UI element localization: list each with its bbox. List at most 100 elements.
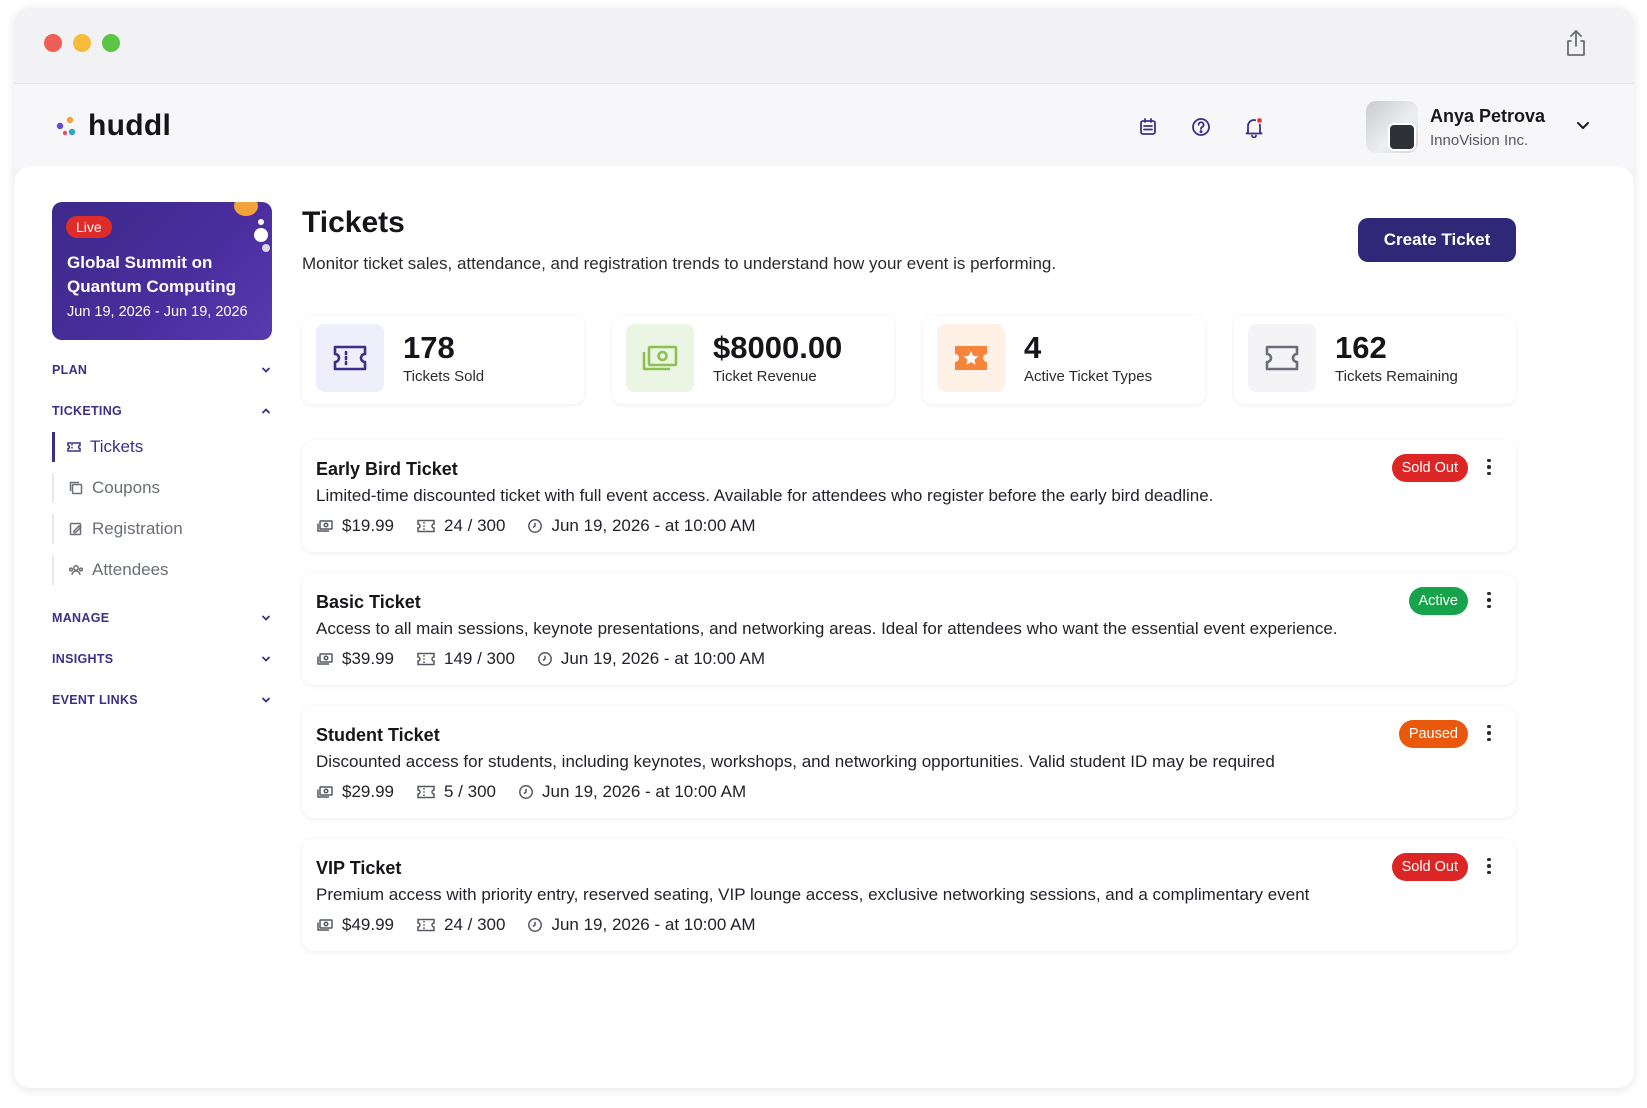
clock-icon <box>528 918 543 932</box>
nav-section-label: MANAGE <box>52 611 110 625</box>
stat-card-active-ticket-types: 4 Active Ticket Types <box>923 316 1205 404</box>
chevron-down-icon <box>262 615 270 621</box>
ticket-name: Student Ticket <box>316 725 440 745</box>
create-ticket-button[interactable]: Create Ticket <box>1358 218 1516 262</box>
ticket-sold-count: 149 / 300 <box>444 649 515 668</box>
huddl-logo-icon <box>54 113 80 139</box>
chevron-down-icon <box>262 697 270 703</box>
more-options-icon[interactable] <box>1482 456 1496 478</box>
ticket-price: $19.99 <box>342 516 394 535</box>
app-logo[interactable]: huddl <box>54 109 171 143</box>
sidebar-item-label: Registration <box>92 519 183 538</box>
ticket-meta: $39.99 149 / 300 Jun 19, 2026 - at 10:00… <box>316 649 787 669</box>
main-content: Live Global Summit on Quantum Computing … <box>14 166 1634 1088</box>
event-date: Jun 19, 2026 - Jun 19, 2026 <box>67 304 248 320</box>
sidebar-item-tickets[interactable]: Tickets <box>52 432 272 462</box>
user-menu[interactable]: Anya Petrova InnoVision Inc. <box>1366 101 1591 153</box>
status-badge: Sold Out <box>1391 853 1468 881</box>
sidebar-item-attendees[interactable]: Attendees <box>52 555 272 585</box>
browser-window: huddl Anya Petrova InnoVision Inc. Live … <box>14 8 1634 1088</box>
chevron-up-icon <box>262 408 270 414</box>
user-name: Anya Petrova <box>1430 105 1546 126</box>
title-bar <box>14 8 1634 84</box>
page-subtitle: Monitor ticket sales, attendance, and re… <box>302 254 1057 273</box>
stat-value: $8000.00 <box>713 330 843 365</box>
stat-label: Ticket Revenue <box>713 368 817 385</box>
chevron-down-icon <box>262 367 270 373</box>
more-options-icon[interactable] <box>1482 855 1496 877</box>
ticket-outline-icon <box>1248 324 1316 392</box>
help-icon[interactable] <box>1185 111 1217 143</box>
calendar-icon[interactable] <box>1132 111 1164 143</box>
bell-icon[interactable] <box>1238 111 1270 143</box>
ticket-date: Jun 19, 2026 - at 10:00 AM <box>551 915 756 934</box>
status-badge: Sold Out <box>1391 454 1468 482</box>
ticket-name: Early Bird Ticket <box>316 459 458 479</box>
status-badge: Paused <box>1398 720 1468 748</box>
cash-icon <box>317 653 333 665</box>
cash-icon <box>317 786 333 798</box>
ticket-icon <box>417 652 435 666</box>
minimize-window-button[interactable] <box>73 34 91 52</box>
ticket-price: $39.99 <box>342 649 394 668</box>
decorative-shape <box>258 219 264 225</box>
ticket-date: Jun 19, 2026 - at 10:00 AM <box>560 649 766 668</box>
nav-section-insights[interactable]: INSIGHTS <box>52 652 272 666</box>
ticket-icon <box>417 519 435 533</box>
chevron-down-icon <box>262 656 270 662</box>
edit-form-icon <box>69 522 82 536</box>
close-window-button[interactable] <box>44 34 62 52</box>
ticket-meta: $19.99 24 / 300 Jun 19, 2026 - at 10:00 … <box>316 516 778 536</box>
decorative-shape <box>262 244 270 252</box>
clock-icon <box>537 652 552 666</box>
stat-card-tickets-remaining: 162 Tickets Remaining <box>1234 316 1516 404</box>
ticket-card-basic[interactable]: Basic Ticket Active Access to all main s… <box>302 573 1516 685</box>
nav-section-manage[interactable]: MANAGE <box>52 611 272 625</box>
decorative-shape <box>234 202 258 216</box>
maximize-window-button[interactable] <box>102 34 120 52</box>
ticket-icon <box>67 442 81 452</box>
cash-icon <box>626 324 694 392</box>
stat-label: Tickets Remaining <box>1335 368 1458 385</box>
nav-section-event-links[interactable]: EVENT LINKS <box>52 693 272 707</box>
users-icon <box>68 565 84 576</box>
share-icon[interactable] <box>1562 28 1590 58</box>
user-photo <box>1388 123 1416 151</box>
ticket-description: Discounted access for students, includin… <box>316 752 1275 771</box>
ticket-description: Access to all main sessions, keynote pre… <box>316 619 1338 638</box>
event-card[interactable]: Live Global Summit on Quantum Computing … <box>52 202 272 340</box>
ticket-card-student[interactable]: Student Ticket Paused Discounted access … <box>302 706 1516 818</box>
chevron-down-icon[interactable] <box>1575 117 1591 138</box>
more-options-icon[interactable] <box>1482 589 1496 611</box>
ticket-description: Limited-time discounted ticket with full… <box>316 486 1214 505</box>
more-options-icon[interactable] <box>1482 722 1496 744</box>
ticket-price: $49.99 <box>342 915 394 934</box>
sidebar-item-label: Coupons <box>92 478 161 497</box>
stat-value: 162 <box>1335 330 1387 365</box>
page-title: Tickets <box>302 206 405 239</box>
clock-icon <box>528 519 543 533</box>
star-ticket-icon <box>937 324 1005 392</box>
ticket-name: VIP Ticket <box>316 858 402 878</box>
ticket-date: Jun 19, 2026 - at 10:00 AM <box>551 516 756 535</box>
live-badge: Live <box>66 216 112 238</box>
ticket-icon <box>417 918 435 932</box>
sidebar-item-label: Attendees <box>92 560 169 579</box>
clock-icon <box>519 785 533 799</box>
sidebar-item-registration[interactable]: Registration <box>52 514 272 544</box>
ticket-card-vip[interactable]: VIP Ticket Sold Out Premium access with … <box>302 839 1516 951</box>
app-name: huddl <box>88 109 172 142</box>
ticket-sold-count: 5 / 300 <box>444 782 496 801</box>
ticket-sold-count: 24 / 300 <box>444 915 506 934</box>
copy-icon <box>69 481 83 495</box>
stat-card-tickets-sold: 178 Tickets Sold <box>302 316 584 404</box>
ticket-meta: $49.99 24 / 300 Jun 19, 2026 - at 10:00 … <box>316 915 778 935</box>
stat-value: 4 <box>1024 330 1042 365</box>
nav-section-plan[interactable]: PLAN <box>52 363 272 377</box>
ticket-icon <box>316 324 384 392</box>
status-badge: Active <box>1408 587 1468 615</box>
sidebar-item-coupons[interactable]: Coupons <box>52 473 272 503</box>
nav-section-ticketing[interactable]: TICKETING <box>52 404 272 418</box>
ticket-card-early-bird[interactable]: Early Bird Ticket Sold Out Limited-time … <box>302 440 1516 552</box>
event-title: Global Summit on Quantum Computing <box>67 253 237 296</box>
